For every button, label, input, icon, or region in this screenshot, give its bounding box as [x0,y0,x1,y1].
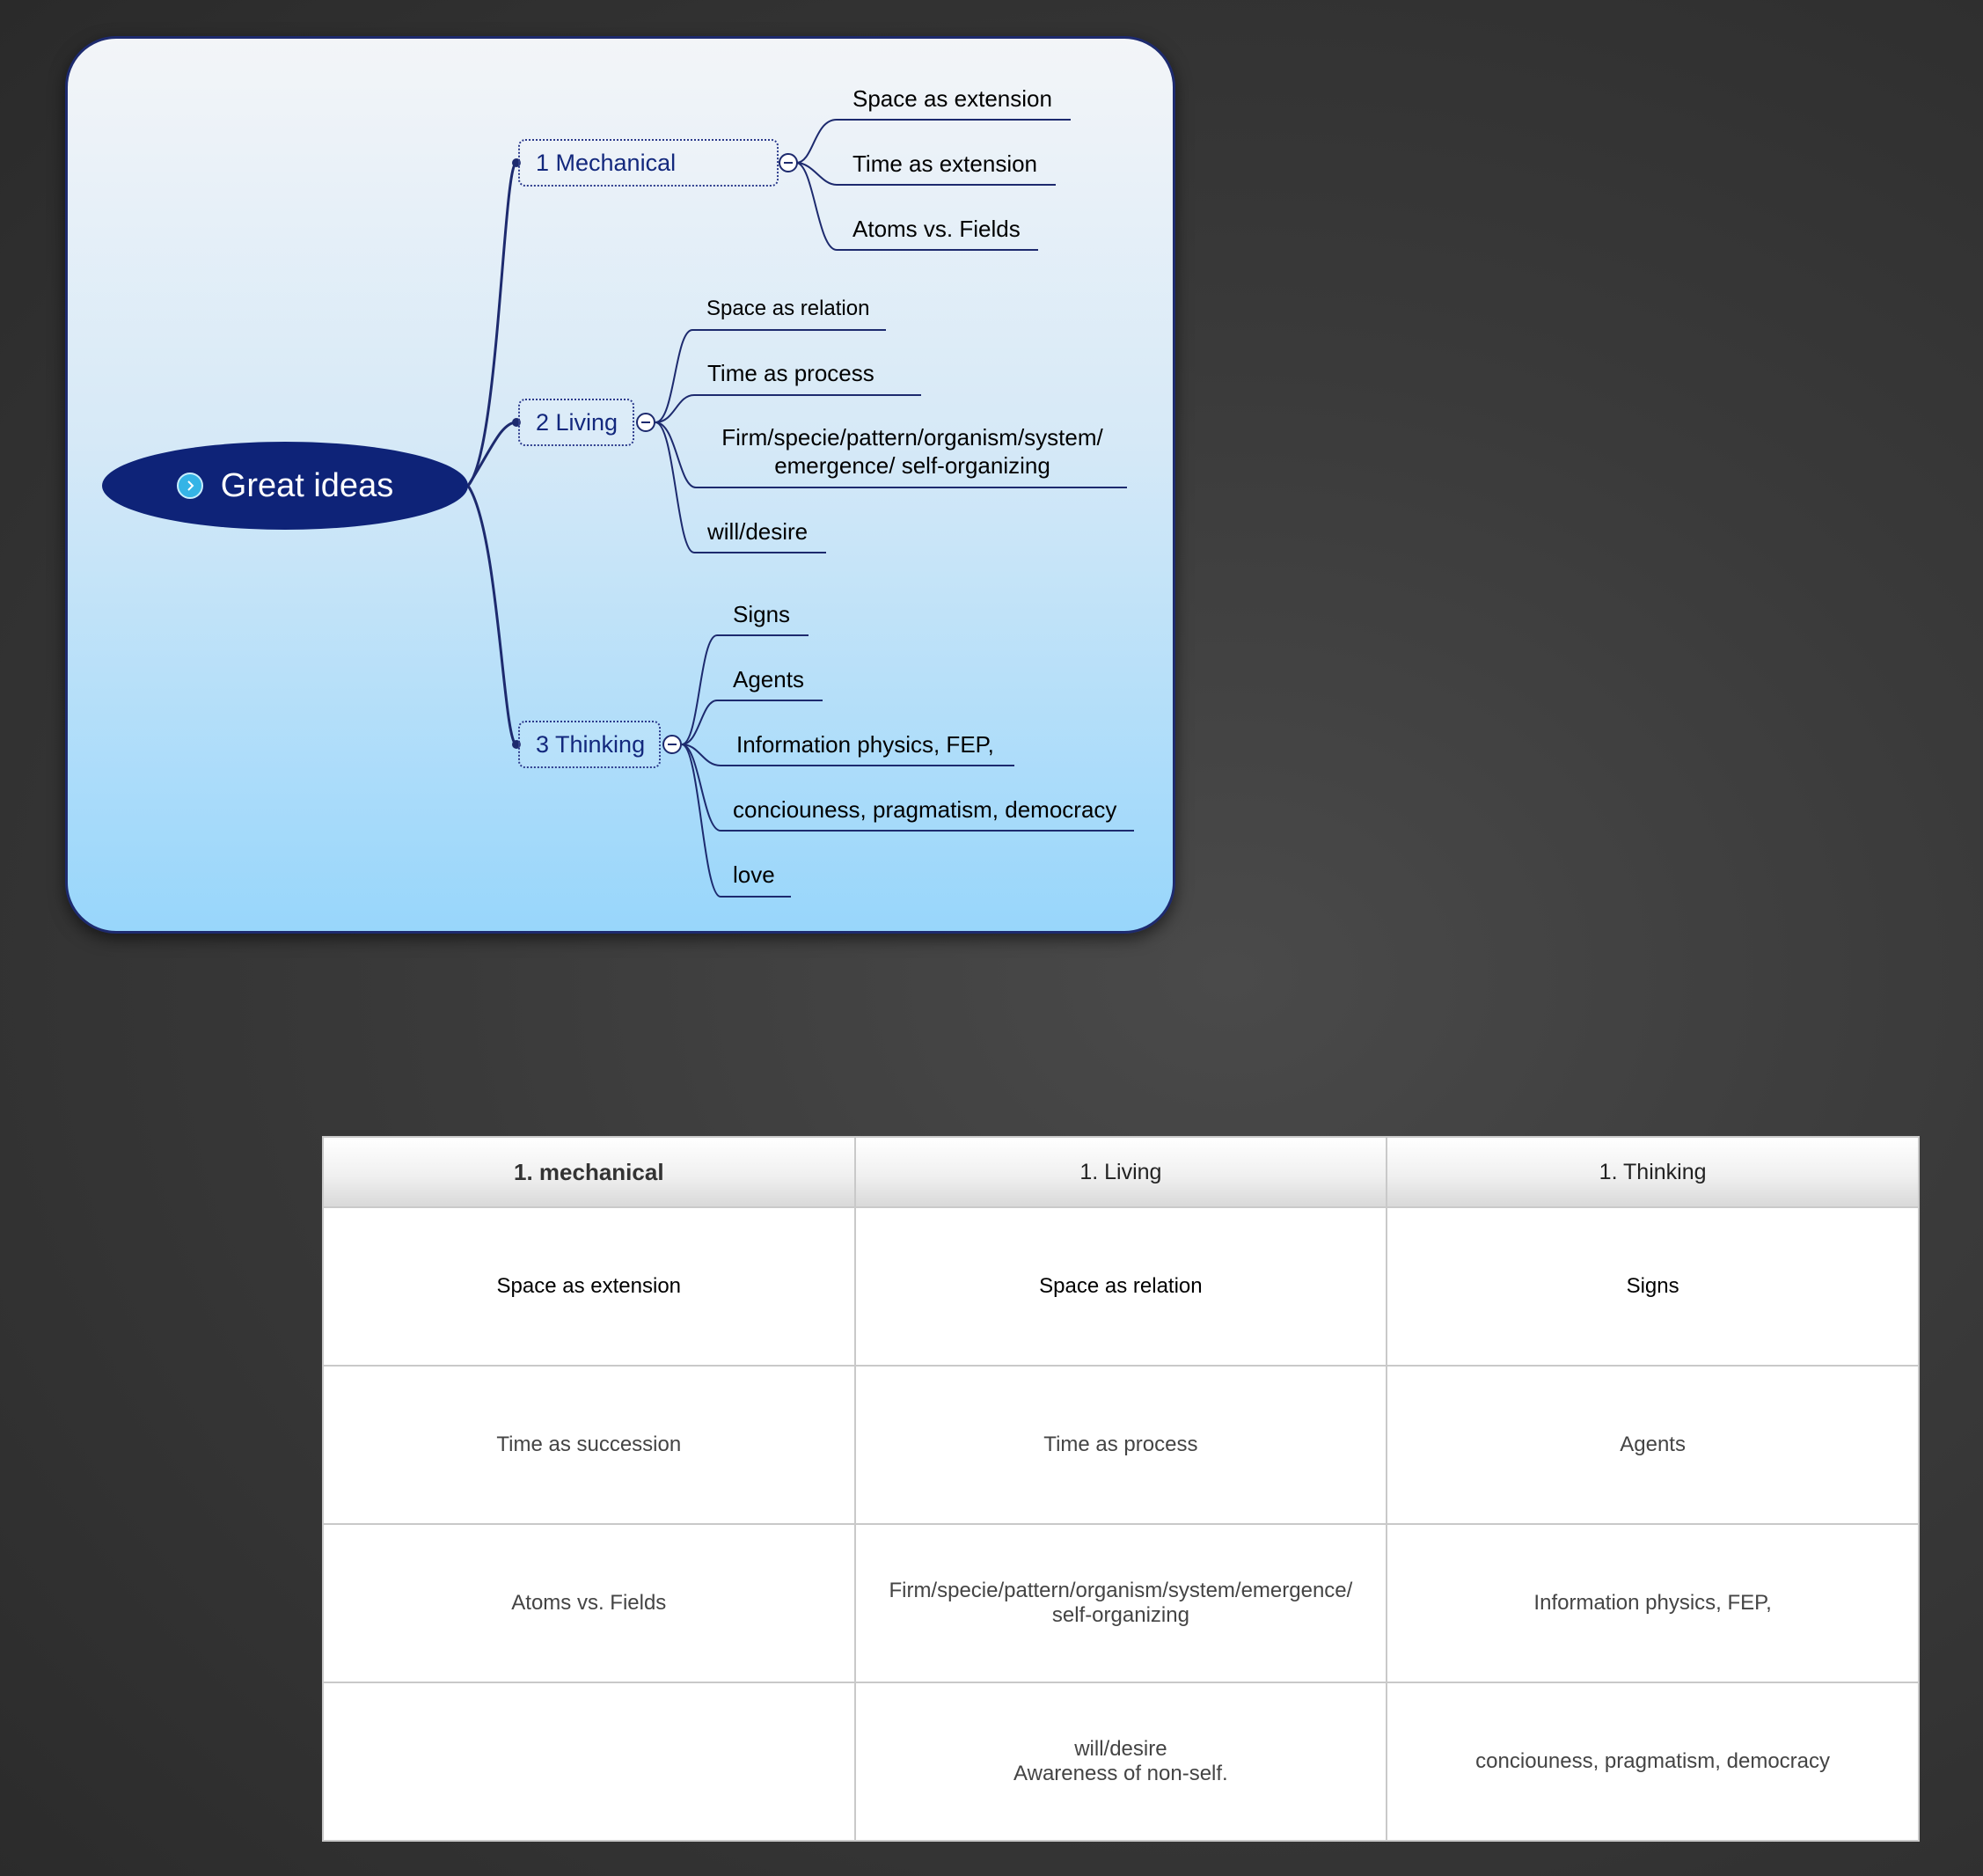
table-cell[interactable]: Signs [1386,1206,1920,1367]
topic-label: 3 Thinking [536,730,646,758]
subtopic-will-desire[interactable]: will/desire [707,517,808,546]
table-row: Atoms vs. Fields Firm/specie/pattern/org… [322,1523,1920,1683]
table-cell[interactable]: Time as process [853,1365,1388,1525]
table-cell[interactable]: Time as succession [322,1365,856,1525]
topic-mechanical[interactable]: 1 Mechanical [518,139,779,187]
table-cell[interactable]: Agents [1386,1365,1920,1525]
table-cell[interactable]: Atoms vs. Fields [322,1523,856,1683]
column-header-mechanical[interactable]: 1. mechanical [322,1136,856,1208]
connector-root-living [466,421,517,487]
subtopic-atoms-vs-fields[interactable]: Atoms vs. Fields [852,215,1021,243]
subtopic-space-as-extension[interactable]: Space as extension [852,84,1052,113]
table-cell[interactable]: conciouness, pragmatism, democracy [1386,1682,1920,1842]
subtopic-agents[interactable]: Agents [733,665,804,693]
subtopic-conciouness[interactable]: conciouness, pragmatism, democracy [733,795,1116,824]
table-cell[interactable]: Space as relation [853,1206,1388,1367]
mindmap-root-label: Great ideas [220,466,394,504]
connector-root-mechanical [466,161,518,487]
subtopic-time-as-extension[interactable]: Time as extension [852,150,1037,178]
connector-root-thinking [466,485,518,746]
subtopic-love[interactable]: love [733,861,775,889]
table-row: Time as succession Time as process Agent… [322,1365,1920,1525]
subtopic-time-as-process[interactable]: Time as process [707,359,874,387]
subtopic-firm-specie-pattern[interactable]: Firm/specie/pattern/organism/system/ eme… [710,423,1115,480]
subtopic-space-as-relation[interactable]: Space as relation [706,295,869,323]
collapse-living-icon[interactable] [636,413,655,432]
table-cell[interactable]: Firm/specie/pattern/organism/system/emer… [853,1523,1388,1683]
table-row: will/desire Awareness of non-self. conci… [322,1682,1920,1842]
mindmap-root[interactable]: Great ideas [102,442,468,530]
collapse-mechanical-icon[interactable] [779,153,798,172]
topic-label: 1 Mechanical [536,149,677,176]
topic-label: 2 Living [536,408,618,436]
table-cell[interactable]: Space as extension [322,1206,856,1367]
topic-living[interactable]: 2 Living [518,399,634,446]
column-header-thinking[interactable]: 1. Thinking [1386,1136,1920,1208]
chevron-right-icon[interactable] [176,473,203,499]
topic-thinking[interactable]: 3 Thinking [518,721,661,768]
mindmap-canvas: Great ideas 1 Mechanical 2 Living 3 Thin… [65,36,1175,934]
table-row: Space as extension Space as relation Sig… [322,1206,1920,1367]
table-cell[interactable]: Information physics, FEP, [1386,1523,1920,1683]
column-header-living[interactable]: 1. Living [853,1136,1388,1208]
ideas-table: 1. mechanical 1. Living 1. Thinking Spac… [322,1136,1920,1842]
collapse-thinking-icon[interactable] [662,735,682,754]
subtopic-signs[interactable]: Signs [733,600,790,628]
table-cell[interactable]: will/desire Awareness of non-self. [853,1682,1388,1842]
subtopic-information-physics[interactable]: Information physics, FEP, [736,730,994,758]
table-cell[interactable] [322,1682,856,1842]
table-header-row: 1. mechanical 1. Living 1. Thinking [322,1136,1920,1208]
